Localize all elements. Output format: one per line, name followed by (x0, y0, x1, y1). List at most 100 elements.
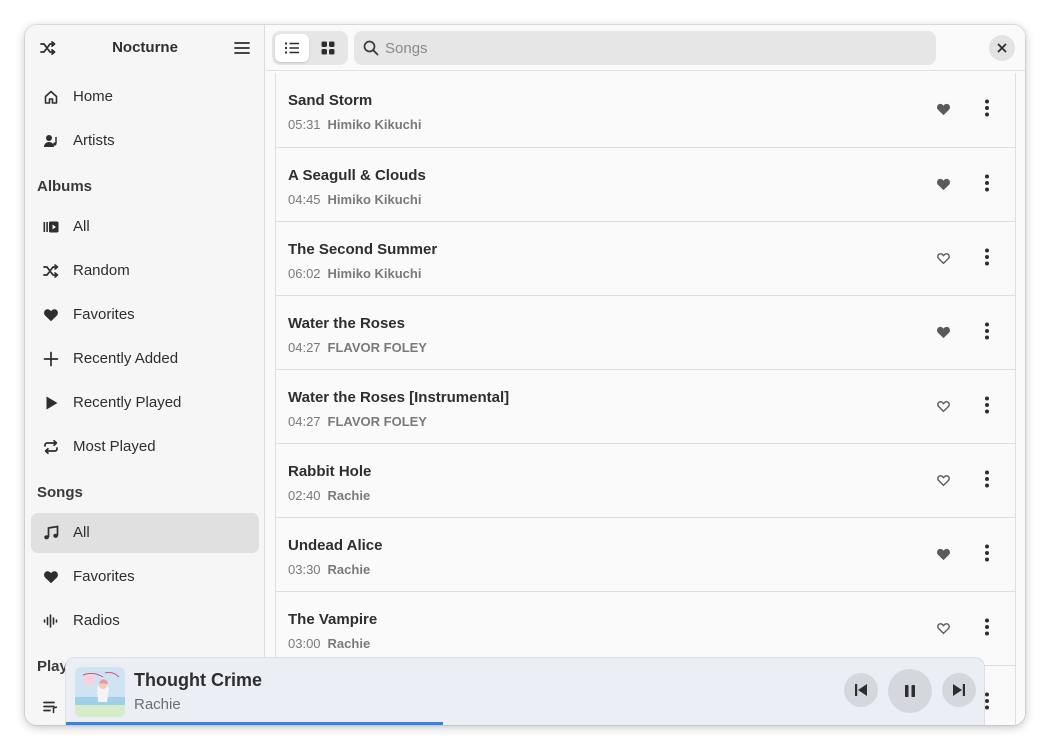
next-track-button[interactable] (942, 673, 976, 707)
heart-icon (43, 569, 59, 585)
sidebar-header: Nocturne (25, 25, 265, 71)
heart-outline-icon (936, 251, 951, 270)
sidebar-item-albums-all[interactable]: All (31, 207, 259, 247)
song-duration: 02:40 (288, 488, 321, 503)
song-options-button[interactable] (976, 616, 998, 642)
sidebar-item-albums-favorites[interactable]: Favorites (31, 295, 259, 335)
song-artist[interactable]: Rachie (328, 636, 371, 651)
heart-filled-icon (936, 325, 951, 344)
sidebar-item-artists[interactable]: Artists (31, 121, 259, 161)
song-row[interactable]: Sand Storm 05:31 Himiko Kikuchi (276, 73, 1015, 147)
song-list-scroll[interactable]: Sand Storm 05:31 Himiko Kikuchi A Seagull &… (275, 73, 1016, 725)
sidebar-item-label: Home (73, 88, 114, 105)
more-vertical-icon (984, 618, 990, 641)
sidebar-item-songs-radios[interactable]: Radios (31, 601, 259, 641)
sidebar-item-songs-all[interactable]: All (31, 513, 259, 553)
song-options-button[interactable] (976, 97, 998, 123)
sidebar-item-label: Most Played (73, 438, 156, 455)
previous-track-button[interactable] (844, 673, 878, 707)
song-meta: 03:30 Rachie (288, 562, 370, 577)
music-note-icon (43, 525, 59, 541)
song-title: A Seagull & Clouds (288, 167, 426, 184)
shuffle-icon (43, 263, 59, 279)
repeat-icon (43, 439, 59, 455)
favorite-toggle-button[interactable] (932, 472, 954, 492)
list-view-button[interactable] (275, 34, 309, 62)
sidebar-item-label: All (73, 218, 90, 235)
song-meta: 03:00 Rachie (288, 636, 370, 651)
sidebar-item-albums-random[interactable]: Random (31, 251, 259, 291)
song-duration: 06:02 (288, 266, 321, 281)
song-row[interactable]: Rabbit Hole 02:40 Rachie (276, 443, 1015, 517)
search-bar (354, 31, 936, 65)
song-row[interactable]: Water the Roses 04:27 FLAVOR FOLEY (276, 295, 1015, 369)
song-row[interactable]: A Seagull & Clouds 04:45 Himiko Kikuchi (276, 147, 1015, 221)
search-input[interactable] (385, 31, 925, 65)
song-artist[interactable]: Rachie (328, 488, 371, 503)
heart-filled-icon (936, 102, 951, 121)
playback-progress-bar[interactable] (66, 722, 984, 725)
song-meta: 06:02 Himiko Kikuchi (288, 266, 421, 281)
sidebar: Nocturne Home Artists Albums All Random … (25, 25, 265, 725)
search-icon (363, 40, 379, 56)
song-duration: 04:27 (288, 414, 321, 429)
song-artist[interactable]: Himiko Kikuchi (328, 117, 422, 132)
sidebar-item-albums-recently-added[interactable]: Recently Added (31, 339, 259, 379)
sidebar-item-label: Recently Played (73, 394, 182, 411)
now-playing-bar[interactable]: Thought Crime Rachie (65, 657, 985, 725)
song-options-button[interactable] (976, 246, 998, 272)
sidebar-item-albums-recently-played[interactable]: Recently Played (31, 383, 259, 423)
close-search-button[interactable] (989, 35, 1015, 61)
sidebar-item-albums-most-played[interactable]: Most Played (31, 427, 259, 467)
main-menu-button[interactable] (227, 33, 257, 63)
song-list: Sand Storm 05:31 Himiko Kikuchi A Seagull &… (275, 73, 1016, 725)
song-options-button[interactable] (976, 468, 998, 494)
favorite-toggle-button[interactable] (932, 250, 954, 270)
close-icon (997, 43, 1007, 53)
favorite-toggle-button[interactable] (932, 620, 954, 640)
favorite-toggle-button[interactable] (932, 546, 954, 566)
favorite-toggle-button[interactable] (932, 176, 954, 196)
song-artist[interactable]: FLAVOR FOLEY (328, 414, 427, 429)
song-title: Water the Roses (288, 315, 405, 332)
song-row[interactable]: Water the Roses [Instrumental] 04:27 FLAVO… (276, 369, 1015, 443)
song-artist[interactable]: Himiko Kikuchi (328, 192, 422, 207)
album-art (75, 667, 125, 717)
song-row[interactable]: The Second Summer 06:02 Himiko Kikuchi (276, 221, 1015, 295)
favorite-toggle-button[interactable] (932, 101, 954, 121)
songs-section-header: Songs (37, 484, 83, 501)
favorite-toggle-button[interactable] (932, 398, 954, 418)
song-title: The Vampire (288, 611, 378, 628)
now-playing-title: Thought Crime (134, 670, 262, 690)
sidebar-item-home[interactable]: Home (31, 77, 259, 117)
song-duration: 04:27 (288, 340, 321, 355)
song-row[interactable]: The Vampire 03:00 Rachie (276, 591, 1015, 665)
songs-content: Sand Storm05:31Himiko KikuchiA Seagull &… (266, 25, 1025, 725)
hamburger-menu-icon (234, 42, 250, 54)
song-meta: 02:40 Rachie (288, 488, 370, 503)
song-options-button[interactable] (976, 320, 998, 346)
plus-icon (43, 351, 59, 367)
song-artist[interactable]: FLAVOR FOLEY (328, 340, 427, 355)
pause-icon (905, 685, 915, 697)
favorite-toggle-button[interactable] (932, 324, 954, 344)
song-artist[interactable]: Rachie (328, 562, 371, 577)
playlist-icon (43, 699, 59, 715)
sidebar-item-label: Artists (73, 132, 115, 149)
song-row[interactable]: Undead Alice 03:30 Rachie (276, 517, 1015, 591)
sidebar-item-label: Favorites (73, 568, 135, 585)
grid-view-button[interactable] (311, 34, 345, 62)
play-pause-button[interactable] (888, 669, 932, 713)
song-options-button[interactable] (976, 172, 998, 198)
song-meta: 04:27 FLAVOR FOLEY (288, 340, 427, 355)
sidebar-item-songs-favorites[interactable]: Favorites (31, 557, 259, 597)
song-options-button[interactable] (976, 542, 998, 568)
song-options-button[interactable] (976, 394, 998, 420)
artist-icon (43, 133, 59, 149)
album-library-icon (43, 219, 59, 235)
song-meta: 04:27 FLAVOR FOLEY (288, 414, 427, 429)
song-title: Water the Roses [Instrumental] (288, 389, 510, 406)
song-duration: 03:00 (288, 636, 321, 651)
skip-next-icon (953, 684, 965, 696)
song-artist[interactable]: Himiko Kikuchi (328, 266, 422, 281)
